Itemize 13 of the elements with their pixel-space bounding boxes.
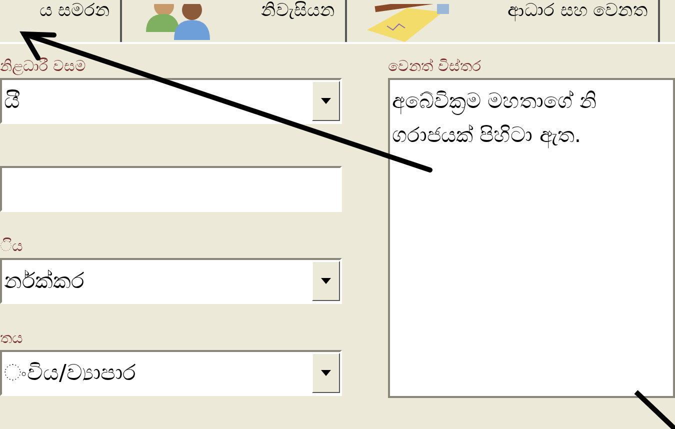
caret-icon — [321, 370, 331, 376]
field-label: තය — [0, 328, 23, 349]
input-field[interactable] — [0, 166, 342, 212]
field-label: ිය — [0, 236, 23, 257]
caret-icon — [321, 98, 331, 104]
dropdown[interactable]: ංවිය/ව්‍යාපාර — [0, 350, 342, 396]
field-label: නිළධාරී වසම — [0, 56, 86, 77]
field-label: වෙනත් විස්තර — [388, 56, 481, 77]
dropdown[interactable]: ර්නක්කර — [0, 258, 342, 304]
dropdown[interactable]: යී — [0, 78, 342, 124]
diagonal-line — [634, 390, 675, 429]
text-area[interactable]: අබේවික්‍රම මහතාගේ නි ගරාජයක් පිහිටා ඇත. — [388, 78, 675, 398]
caret-icon — [321, 278, 331, 284]
